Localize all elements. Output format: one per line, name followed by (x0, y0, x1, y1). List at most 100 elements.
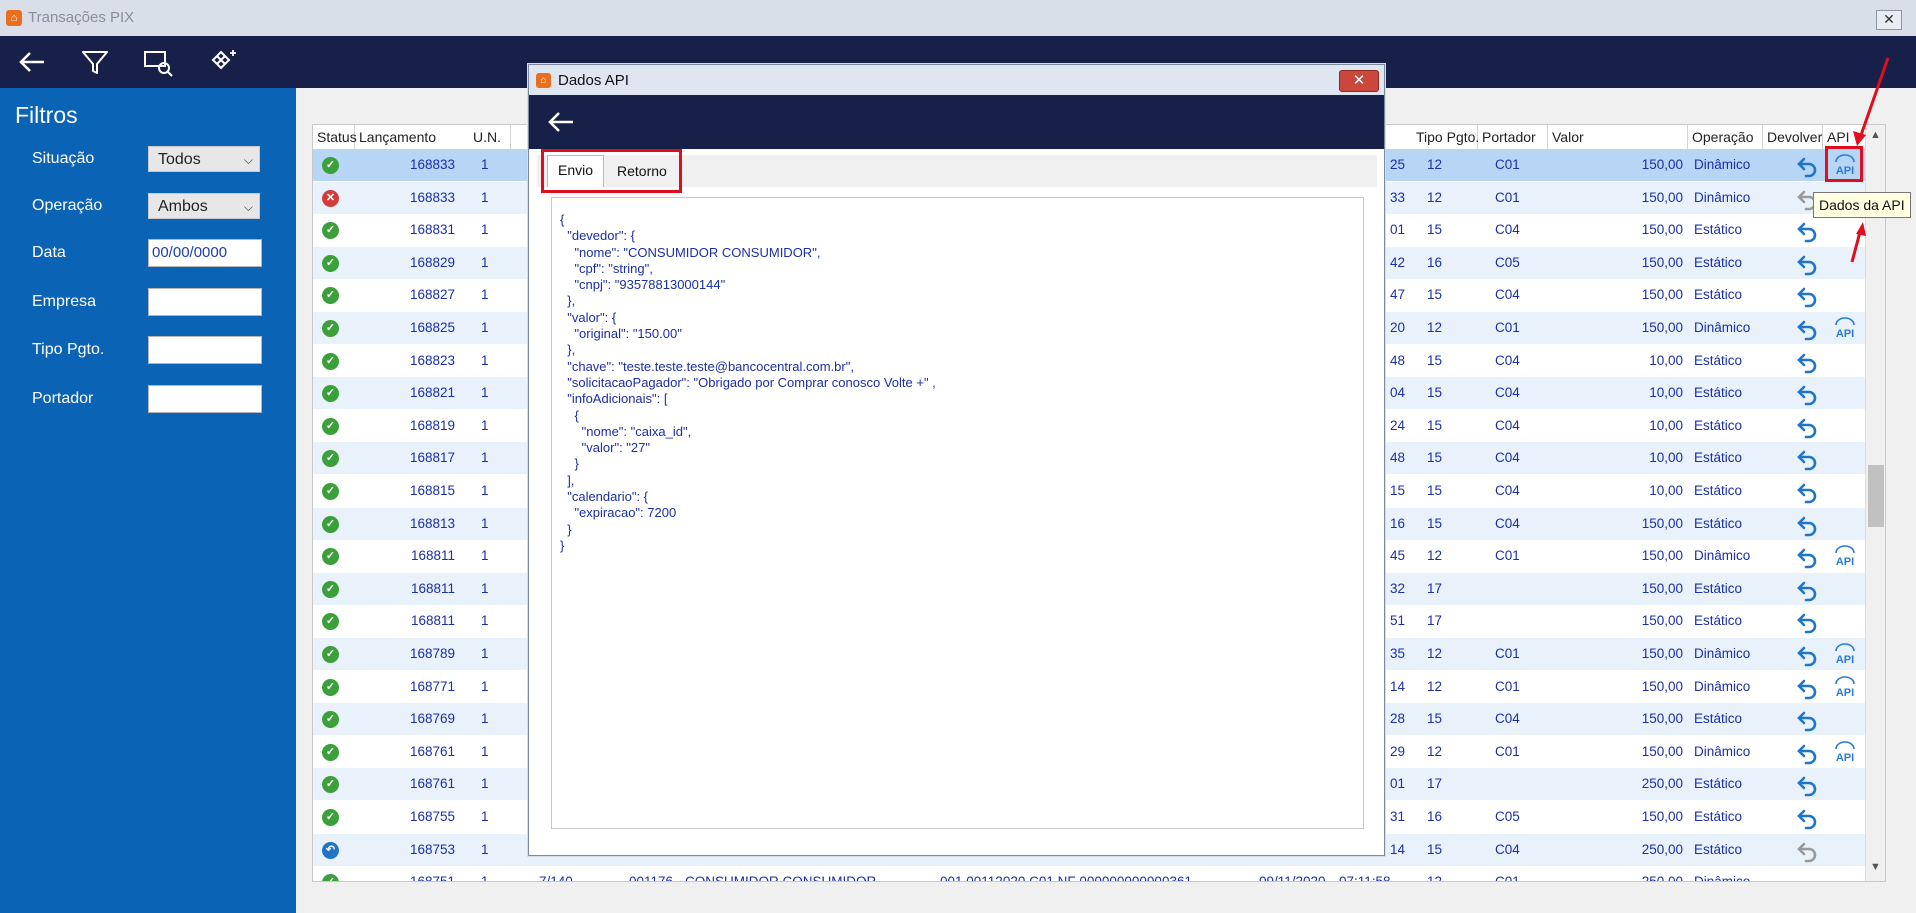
portador-label: Portador (32, 390, 94, 407)
undo-icon[interactable] (1795, 544, 1821, 570)
data-field[interactable]: 00/00/0000 (148, 239, 262, 267)
undo-icon[interactable] (1795, 675, 1821, 701)
col-portador[interactable]: Portador (1478, 125, 1548, 149)
status-ok-icon: ✓ (322, 743, 339, 761)
undo-icon[interactable] (1795, 609, 1821, 635)
status-ok-icon: ✓ (322, 613, 339, 631)
portador-field[interactable] (148, 385, 262, 413)
cell-portador: C04 (1495, 841, 1520, 857)
api-data-icon[interactable]: API (1832, 317, 1858, 341)
col-status[interactable]: Status (313, 125, 357, 149)
cell-tipo-pgto: 15 (1427, 385, 1443, 401)
cell-valor: 150,00 (1641, 809, 1683, 824)
cell-time-tail: 51 (1390, 613, 1406, 629)
undo-icon[interactable] (1795, 414, 1821, 440)
status-ok-icon: ✓ (322, 385, 339, 403)
status-ok-icon: ✓ (322, 417, 339, 435)
cell-un: 1 (481, 874, 489, 882)
undo-icon[interactable] (1795, 349, 1821, 375)
cell-tipo-pgto: 17 (1427, 580, 1443, 596)
cell-tipo-pgto: 15 (1427, 287, 1443, 303)
back-arrow-icon[interactable] (543, 104, 579, 140)
cell-valor: 150,00 (1641, 678, 1683, 694)
status-ok-icon: ✓ (322, 776, 339, 794)
scroll-down-icon[interactable]: ▼ (1870, 861, 1881, 873)
cell-tipo-pgto: 12 (1427, 678, 1443, 694)
cell-portador: C01 (1495, 646, 1520, 661)
cell-operacao: Dinâmico (1694, 743, 1751, 759)
json-content-panel[interactable]: { "devedor": { "nome": "CONSUMIDOR CONSU… (551, 197, 1364, 829)
dialog-nav (529, 95, 1384, 149)
scroll-thumb[interactable] (1868, 465, 1884, 527)
cell-valor: 250,00 (1641, 841, 1683, 857)
undo-icon[interactable] (1795, 251, 1821, 277)
cell-time-tail: 47 (1390, 287, 1406, 303)
search-list-icon[interactable] (140, 44, 176, 80)
table-row-partial[interactable]: ✓ 168751 1 7/140 001176 - CONSUMIDOR CONSUMI… (313, 866, 1865, 882)
col-devolver[interactable]: Devolver (1763, 125, 1823, 149)
col-operacao[interactable]: Operação (1688, 125, 1763, 149)
status-ok-icon: ✓ (322, 809, 339, 826)
undo-icon[interactable] (1795, 642, 1821, 668)
cell-operacao: Estático (1694, 841, 1743, 857)
situacao-select[interactable]: Todos ⌵ (148, 146, 260, 172)
cell-un: 1 (481, 548, 489, 564)
cell-hora: 07:11:58 (1339, 874, 1391, 882)
filter-icon[interactable] (77, 44, 113, 80)
back-arrow-icon[interactable] (14, 44, 50, 80)
cell-valor: 150,00 (1641, 580, 1683, 596)
undo-icon[interactable] (1795, 740, 1821, 766)
undo-icon[interactable] (1795, 218, 1821, 244)
scroll-up-icon[interactable]: ▲ (1870, 129, 1881, 141)
cell-operacao: Estático (1694, 254, 1743, 270)
cell-time-tail: 48 (1390, 352, 1406, 368)
window-close-button[interactable]: ✕ (1876, 10, 1902, 30)
undo-icon[interactable] (1795, 577, 1821, 603)
cell-valor: 10,00 (1649, 352, 1683, 368)
cell-lancamento: 168825 (409, 320, 455, 335)
status-ok-icon: ✓ (322, 254, 339, 272)
cell-data: 09/11/2020 (1259, 874, 1326, 882)
operacao-select[interactable]: Ambos ⌵ (148, 193, 260, 219)
cell-time-tail: 01 (1390, 776, 1406, 792)
undo-icon[interactable] (1795, 283, 1821, 309)
undo-icon[interactable] (1795, 479, 1821, 505)
dados-api-dialog: ⌂ Dados API ✕ Envio Retorno { "devedor":… (528, 64, 1385, 856)
svg-text:API: API (1836, 556, 1854, 568)
api-data-icon[interactable]: API (1832, 675, 1858, 700)
plus-settings-icon[interactable] (203, 44, 239, 80)
col-valor[interactable]: Valor (1548, 125, 1688, 149)
undo-icon[interactable] (1795, 381, 1821, 407)
undo-icon[interactable] (1795, 772, 1821, 798)
cell-portador: C04 (1495, 287, 1520, 303)
cell-un: 1 (481, 711, 489, 727)
svg-text:API: API (1836, 752, 1854, 764)
undo-icon[interactable] (1795, 805, 1821, 831)
api-data-icon[interactable]: API (1832, 643, 1858, 667)
cell-tipo-pgto: 15 (1427, 483, 1443, 498)
cell-un: 1 (481, 450, 489, 466)
undo-icon[interactable] (1795, 707, 1821, 733)
undo-icon[interactable] (1795, 153, 1821, 179)
status-ok-icon: ✓ (322, 450, 339, 468)
api-data-icon[interactable]: API (1832, 545, 1858, 569)
cell-valor: 150,00 (1641, 548, 1683, 564)
cell-time-tail: 01 (1390, 222, 1406, 238)
chevron-down-icon: ⌵ (243, 153, 253, 167)
cell-lancamento: 168771 (409, 678, 455, 694)
cell-tipo-pgto: 17 (1427, 613, 1443, 629)
col-tipo-pgto[interactable]: Tipo Pgto. (1412, 125, 1479, 149)
grid-scrollbar[interactable]: ▲ ▼ (1865, 125, 1885, 881)
empresa-field[interactable] (148, 288, 262, 316)
cell-lancamento: 168753 (409, 841, 455, 857)
status-ok-icon: ✓ (322, 222, 339, 240)
cell-portador: C05 (1495, 254, 1520, 270)
svg-text:API: API (1836, 654, 1854, 666)
api-data-icon[interactable]: API (1832, 741, 1858, 765)
undo-icon[interactable] (1795, 446, 1821, 472)
dialog-close-button[interactable]: ✕ (1339, 70, 1379, 92)
undo-icon[interactable] (1795, 512, 1821, 538)
cell-lancamento: 168789 (409, 646, 455, 661)
undo-icon[interactable] (1795, 316, 1821, 342)
tipo-pgto-field[interactable] (148, 336, 262, 364)
